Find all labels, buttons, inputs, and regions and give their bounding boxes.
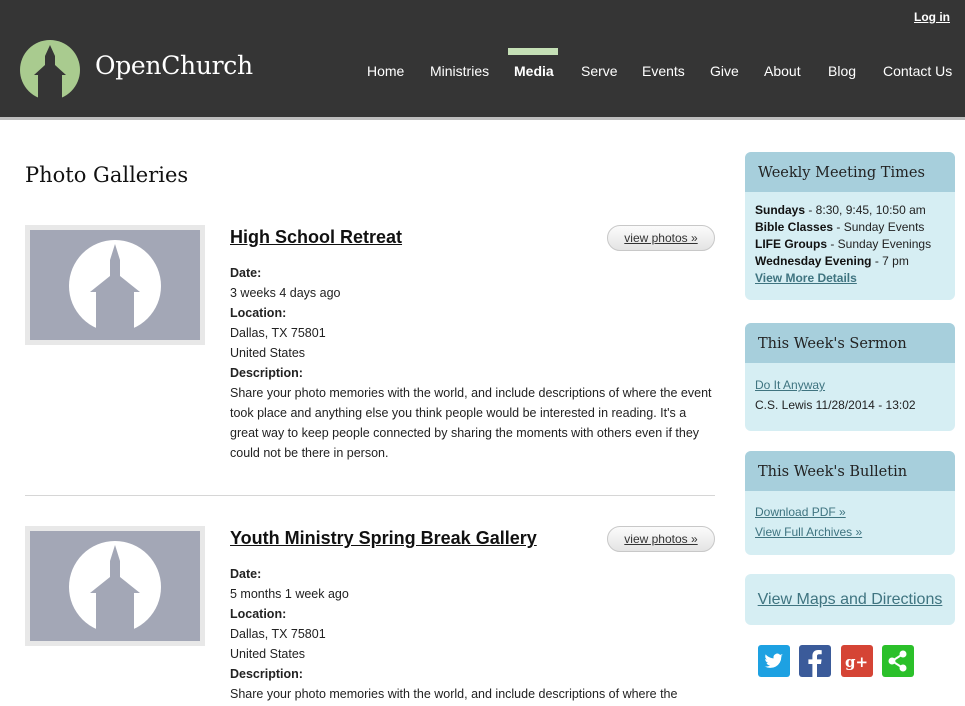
nav-home[interactable]: Home — [367, 63, 404, 79]
view-photos-button[interactable]: view photos » — [607, 526, 715, 552]
date-label: Date: — [230, 567, 262, 581]
meeting-times-list: Sundays - 8:30, 9:45, 10:50 am Bible Cla… — [745, 192, 955, 287]
share-icon[interactable] — [882, 645, 914, 677]
meeting-row: Wednesday Evening - 7 pm — [755, 254, 909, 268]
google-plus-icon[interactable]: g+ — [841, 645, 873, 677]
meeting-times-title: Weekly Meeting Times — [745, 152, 955, 192]
view-maps-link[interactable]: View Maps and Directions — [758, 591, 943, 608]
nav-contact-us[interactable]: Contact Us — [883, 63, 952, 79]
gallery-title-link[interactable]: High School Retreat — [230, 227, 402, 248]
nav-media[interactable]: Media — [514, 63, 554, 79]
sermon-link[interactable]: Do It Anyway — [755, 378, 825, 392]
gallery-details: Date: 3 weeks 4 days ago Location: Dalla… — [230, 263, 715, 463]
location-label: Location: — [230, 306, 287, 320]
location-line2: United States — [230, 647, 306, 661]
location-label: Location: — [230, 607, 287, 621]
facebook-icon[interactable] — [799, 645, 831, 677]
gallery-thumbnail[interactable] — [25, 526, 205, 646]
sermon-title: This Week's Sermon — [745, 323, 955, 363]
gallery-thumbnail[interactable] — [25, 225, 205, 345]
description-text: Share your photo memories with the world… — [230, 687, 678, 701]
description-label: Description: — [230, 667, 303, 681]
gallery-title-link[interactable]: Youth Ministry Spring Break Gallery — [230, 528, 537, 549]
nav-give[interactable]: Give — [710, 63, 739, 79]
nav-blog[interactable]: Blog — [828, 63, 856, 79]
gallery-item: High School Retreat view photos » Date: … — [25, 225, 715, 475]
date-label: Date: — [230, 266, 262, 280]
nav-ministries[interactable]: Ministries — [430, 63, 489, 79]
bulletin-box: This Week's Bulletin Download PDF » View… — [745, 451, 955, 555]
gallery-details: Date: 5 months 1 week ago Location: Dall… — [230, 564, 715, 704]
nav-about[interactable]: About — [764, 63, 801, 79]
gallery-divider — [25, 495, 715, 496]
description-text: Share your photo memories with the world… — [230, 386, 712, 460]
church-placeholder-icon — [69, 240, 161, 340]
view-archives-link[interactable]: View Full Archives » — [755, 525, 862, 539]
view-photos-button[interactable]: view photos » — [607, 225, 715, 251]
bulletin-title: This Week's Bulletin — [745, 451, 955, 491]
main-nav: Home Ministries Media Serve Events Give … — [0, 0, 965, 117]
meeting-row: LIFE Groups - Sunday Evenings — [755, 237, 932, 251]
sermon-meta: C.S. Lewis 11/28/2014 - 13:02 — [755, 398, 916, 412]
meeting-row: Bible Classes - Sunday Events — [755, 220, 925, 234]
view-more-details-link[interactable]: View More Details — [755, 271, 857, 285]
location-line2: United States — [230, 346, 306, 360]
nav-serve[interactable]: Serve — [581, 63, 618, 79]
header-divider — [0, 117, 965, 120]
download-pdf-link[interactable]: Download PDF » — [755, 505, 846, 519]
meeting-row: Sundays - 8:30, 9:45, 10:50 am — [755, 203, 926, 217]
site-header: Log in OpenChurch Home Ministries Media … — [0, 0, 965, 117]
date-value: 3 weeks 4 days ago — [230, 286, 341, 300]
meeting-times-box: Weekly Meeting Times Sundays - 8:30, 9:4… — [745, 152, 955, 300]
twitter-icon[interactable] — [758, 645, 790, 677]
church-placeholder-icon — [69, 541, 161, 641]
date-value: 5 months 1 week ago — [230, 587, 349, 601]
gallery-item: Youth Ministry Spring Break Gallery view… — [25, 526, 715, 706]
location-line1: Dallas, TX 75801 — [230, 627, 326, 641]
nav-events[interactable]: Events — [642, 63, 685, 79]
svg-text:g+: g+ — [845, 653, 868, 671]
maps-box: View Maps and Directions — [745, 574, 955, 625]
description-label: Description: — [230, 366, 303, 380]
sermon-box: This Week's Sermon Do It Anyway C.S. Lew… — [745, 323, 955, 431]
nav-active-indicator — [508, 48, 558, 55]
location-line1: Dallas, TX 75801 — [230, 326, 326, 340]
page-title: Photo Galleries — [25, 163, 189, 187]
